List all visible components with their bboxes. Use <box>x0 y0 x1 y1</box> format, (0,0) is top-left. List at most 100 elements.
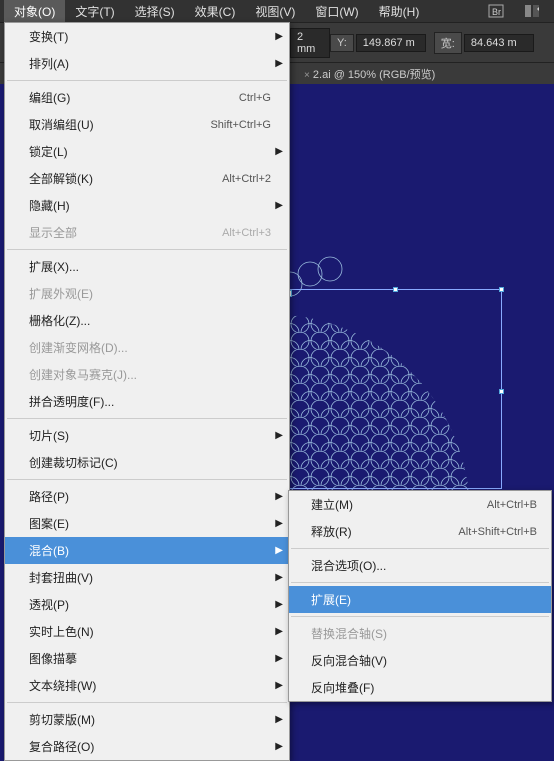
submenu-arrow-icon: ▶ <box>275 491 283 502</box>
menu-item[interactable]: 栅格化(Z)... <box>5 307 289 334</box>
menu-item[interactable]: 切片(S)▶ <box>5 422 289 449</box>
tab-label: 2.ai @ 150% (RGB/预览) <box>313 69 435 81</box>
menu-item: 扩展外观(E) <box>5 280 289 307</box>
menu-item[interactable]: 路径(P) ▶ <box>5 483 289 510</box>
menu-item[interactable]: 隐藏(H)▶ <box>5 192 289 219</box>
menu-item-label: 显示全部 <box>29 224 77 241</box>
menu-item-label: 创建对象马赛克(J)... <box>29 366 137 383</box>
menu-item-label: 透视(P) <box>29 596 69 613</box>
menu-item-label: 混合(B) <box>29 542 69 559</box>
menu-item[interactable]: 排列(A)▶ <box>5 50 289 77</box>
y-field[interactable]: 149.867 m <box>356 34 426 52</box>
menu-item-label: 图像描摹 <box>29 650 77 667</box>
menu-shortcut: Alt+Shift+Ctrl+B <box>458 526 537 538</box>
menu-item[interactable]: 反向混合轴(V) <box>289 647 551 674</box>
bridge-icon[interactable]: Br <box>484 3 508 19</box>
artwork-circles <box>270 214 554 514</box>
menu-item-label: 全部解锁(K) <box>29 170 93 187</box>
menu-item-label: 编组(G) <box>29 89 70 106</box>
menu-item[interactable]: 混合选项(O)... <box>289 552 551 579</box>
menu-separator <box>7 418 287 419</box>
menu-type[interactable]: 文字(T) <box>65 0 124 23</box>
submenu-arrow-icon: ▶ <box>275 714 283 725</box>
menu-item[interactable]: 扩展(X)... <box>5 253 289 280</box>
menu-shortcut: Alt+Ctrl+3 <box>222 227 271 239</box>
menu-item[interactable]: 混合(B) ▶ <box>5 537 289 564</box>
menu-separator <box>291 548 549 549</box>
menu-item-label: 建立(M) <box>311 496 353 513</box>
menu-select[interactable]: 选择(S) <box>125 0 185 23</box>
menu-item-label: 栅格化(Z)... <box>29 312 90 329</box>
menu-item[interactable]: 复合路径(O) ▶ <box>5 733 289 760</box>
menu-item-label: 扩展(E) <box>311 591 351 608</box>
svg-text:Br: Br <box>492 7 501 17</box>
menu-item[interactable]: 释放(R) Alt+Shift+Ctrl+B <box>289 518 551 545</box>
menu-view[interactable]: 视图(V) <box>245 0 305 23</box>
menu-item[interactable]: 透视(P)▶ <box>5 591 289 618</box>
submenu-arrow-icon: ▶ <box>275 626 283 637</box>
submenu-arrow-icon: ▶ <box>275 518 283 529</box>
submenu-arrow-icon: ▶ <box>275 653 283 664</box>
menu-item-label: 混合选项(O)... <box>311 557 386 574</box>
menu-item[interactable]: 编组(G) Ctrl+G <box>5 84 289 111</box>
menu-item-label: 替换混合轴(S) <box>311 625 387 642</box>
submenu-arrow-icon: ▶ <box>275 741 283 752</box>
menu-item[interactable]: 取消编组(U)Shift+Ctrl+G <box>5 111 289 138</box>
menu-item[interactable]: 扩展(E) <box>289 586 551 613</box>
menu-item[interactable]: 创建裁切标记(C) <box>5 449 289 476</box>
menubar: 对象(O) 文字(T) 选择(S) 效果(C) 视图(V) 窗口(W) 帮助(H… <box>0 0 554 22</box>
menu-item[interactable]: 反向堆叠(F) <box>289 674 551 701</box>
menu-item-label: 扩展外观(E) <box>29 285 93 302</box>
menu-item[interactable]: 文本绕排(W)▶ <box>5 672 289 699</box>
submenu-arrow-icon: ▶ <box>275 545 283 556</box>
menu-item-label: 实时上色(N) <box>29 623 94 640</box>
document-tab[interactable]: × 2.ai @ 150% (RGB/预览) <box>290 63 445 85</box>
menu-item-label: 隐藏(H) <box>29 197 70 214</box>
menu-item[interactable]: 全部解锁(K) Alt+Ctrl+2 <box>5 165 289 192</box>
submenu-arrow-icon: ▶ <box>275 572 283 583</box>
menu-item[interactable]: 图案(E)▶ <box>5 510 289 537</box>
object-menu-dropdown: 变换(T)▶排列(A)▶编组(G)Ctrl+G取消编组(U)Shift+Ctrl… <box>4 22 290 761</box>
menu-separator <box>7 80 287 81</box>
menu-item[interactable]: 图像描摹 ▶ <box>5 645 289 672</box>
menu-item[interactable]: 拼合透明度(F)... <box>5 388 289 415</box>
menu-item[interactable]: 锁定(L)▶ <box>5 138 289 165</box>
menu-item-label: 释放(R) <box>311 523 352 540</box>
menu-item-label: 锁定(L) <box>29 143 68 160</box>
w-field[interactable]: 84.643 m <box>464 34 534 52</box>
menu-item-label: 取消编组(U) <box>29 116 94 133</box>
menu-item: 替换混合轴(S) <box>289 620 551 647</box>
menu-item-label: 剪切蒙版(M) <box>29 711 95 728</box>
menu-item-label: 拼合透明度(F)... <box>29 393 114 410</box>
menu-separator <box>7 249 287 250</box>
w-label: 宽: <box>434 32 462 54</box>
menu-shortcut: Alt+Ctrl+2 <box>222 173 271 185</box>
menu-item-label: 路径(P) <box>29 488 69 505</box>
menu-item-label: 封套扭曲(V) <box>29 569 93 586</box>
menu-effect[interactable]: 效果(C) <box>185 0 246 23</box>
close-icon[interactable]: × <box>304 70 310 81</box>
menu-window[interactable]: 窗口(W) <box>305 0 368 23</box>
menu-item-label: 反向混合轴(V) <box>311 652 387 669</box>
menu-item[interactable]: 建立(M) Alt+Ctrl+B <box>289 491 551 518</box>
menu-separator <box>291 582 549 583</box>
menu-item-label: 变换(T) <box>29 28 68 45</box>
menu-item: 创建对象马赛克(J)... <box>5 361 289 388</box>
menu-shortcut: Ctrl+G <box>239 92 271 104</box>
menu-item[interactable]: 剪切蒙版(M) ▶ <box>5 706 289 733</box>
submenu-arrow-icon: ▶ <box>275 430 283 441</box>
menu-help[interactable]: 帮助(H) <box>369 0 430 23</box>
menu-shortcut: Alt+Ctrl+B <box>487 499 537 511</box>
menu-item[interactable]: 封套扭曲(V) ▶ <box>5 564 289 591</box>
menu-item-label: 复合路径(O) <box>29 738 94 755</box>
menu-item-label: 创建裁切标记(C) <box>29 454 118 471</box>
menu-item[interactable]: 变换(T)▶ <box>5 23 289 50</box>
menu-separator <box>291 616 549 617</box>
arrange-icon[interactable] <box>520 3 544 19</box>
submenu-arrow-icon: ▶ <box>275 680 283 691</box>
x-field-suffix[interactable]: 2 mm <box>290 28 330 58</box>
menu-object[interactable]: 对象(O) <box>4 0 65 23</box>
menu-separator <box>7 702 287 703</box>
menu-item[interactable]: 实时上色(N) ▶ <box>5 618 289 645</box>
menu-item-label: 创建渐变网格(D)... <box>29 339 128 356</box>
